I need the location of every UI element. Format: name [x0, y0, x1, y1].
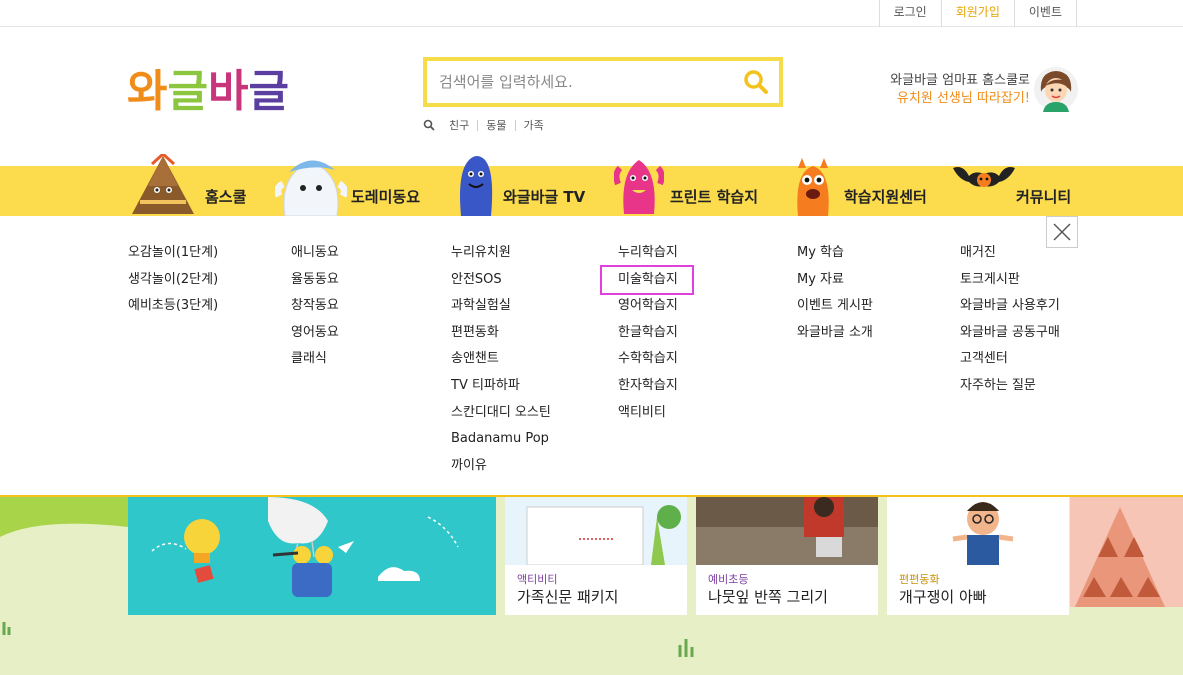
card-category: 예비초등 — [708, 573, 749, 586]
login-link[interactable]: 로그인 — [880, 0, 942, 27]
svg-text:와글바글: 와글바글 — [127, 66, 289, 117]
close-icon — [1053, 223, 1071, 241]
promo-line-1: 와글바글 엄마표 홈스쿨로 — [890, 73, 1030, 88]
menu-item[interactable]: 영어동요 — [291, 320, 339, 347]
menu-item[interactable]: TV 티파하파 — [451, 373, 551, 400]
menu-item[interactable]: 한글학습지 — [618, 320, 692, 347]
nav-waglebagle-tv[interactable]: 와글바글 TV — [455, 156, 590, 216]
site-logo[interactable]: 와글바글 — [127, 60, 307, 120]
pink-monster-icon — [614, 160, 664, 214]
menu-item[interactable]: 클래식 — [291, 346, 339, 373]
card-category: 액티비티 — [517, 573, 558, 586]
menu-item[interactable]: 창작동요 — [291, 293, 339, 320]
menu-item[interactable]: Badanamu Pop — [451, 426, 551, 453]
signup-link[interactable]: 회원가입 — [942, 0, 1015, 27]
promo-text[interactable]: 와글바글 엄마표 홈스쿨로 유치원 선생님 따라잡기! — [860, 72, 1030, 108]
card-title: 가족신문 패키지 — [517, 588, 619, 606]
search-box — [423, 57, 783, 107]
menu-item[interactable]: 율동동요 — [291, 267, 339, 294]
tipi-character-icon — [132, 154, 194, 214]
menu-item[interactable]: 와글바글 공동구매 — [960, 320, 1060, 347]
card-thumbnail — [887, 497, 1069, 565]
nav-label: 홈스쿨 — [205, 188, 247, 206]
menu-item[interactable]: 수학학습지 — [618, 346, 692, 373]
close-menu-button[interactable] — [1046, 216, 1078, 248]
nav-community[interactable]: 커뮤니티 — [953, 166, 1083, 216]
menu-item[interactable]: 스칸디대디 오스틴 — [451, 400, 551, 427]
hero-banner[interactable] — [128, 497, 496, 615]
hot-air-balloon-illustration — [151, 497, 459, 597]
nav-learning-support-center[interactable]: 학습지원센터 — [790, 158, 935, 216]
menu-item[interactable]: 이벤트 게시판 — [797, 293, 873, 320]
card-thumbnail — [696, 497, 878, 565]
menu-item[interactable]: 애니동요 — [291, 240, 339, 267]
menu-item[interactable]: 송앤챈트 — [451, 346, 551, 373]
keyword-family[interactable]: 가족 — [516, 120, 552, 131]
card-category: 편편동화 — [899, 573, 940, 586]
content-card[interactable]: 예비초등 나뭇잎 반쪽 그리기 — [696, 497, 878, 615]
bat-character-icon — [953, 167, 1015, 187]
content-area: 액티비티 가족신문 패키지 예비초등 나뭇잎 반쪽 그리기 편편동화 개구쟁이 … — [0, 497, 1183, 675]
nav-doremi-songs[interactable]: 도레미동요 — [275, 160, 425, 216]
nav-homeschool[interactable]: 홈스쿨 — [130, 154, 260, 216]
teacher-avatar — [1033, 66, 1079, 112]
event-link[interactable]: 이벤트 — [1015, 0, 1077, 27]
menu-item[interactable]: 와글바글 소개 — [797, 320, 873, 347]
menu-item[interactable]: 와글바글 사용후기 — [960, 293, 1060, 320]
menu-item[interactable]: 토크게시판 — [960, 267, 1060, 294]
menu-item[interactable]: 매거진 — [960, 240, 1060, 267]
search-icon[interactable] — [743, 69, 769, 95]
ghost-character-icon — [275, 160, 347, 216]
menu-item[interactable]: 누리유치원 — [451, 240, 551, 267]
menu-item[interactable]: 까이유 — [451, 453, 551, 480]
utility-links: 로그인 회원가입 이벤트 — [878, 0, 1077, 27]
content-card[interactable]: 편편동화 개구쟁이 아빠 — [887, 497, 1069, 615]
keyword-friend[interactable]: 친구 — [441, 119, 479, 131]
card-title: 개구쟁이 아빠 — [899, 588, 987, 606]
menu-item[interactable]: 액티비티 — [618, 400, 692, 427]
promo-line-2: 유치원 선생님 따라잡기! — [896, 91, 1030, 106]
content-card[interactable]: 액티비티 가족신문 패키지 — [505, 497, 687, 615]
menu-item[interactable]: 안전SOS — [451, 267, 551, 294]
menu-item[interactable]: 생각놀이(2단계) — [128, 267, 218, 294]
menu-item[interactable]: 한자학습지 — [618, 373, 692, 400]
orange-monster-icon — [797, 158, 829, 216]
nav-label: 커뮤니티 — [1016, 188, 1072, 206]
menu-item[interactable]: 편편동화 — [451, 320, 551, 347]
menu-column-support: My 학습 My 자료 이벤트 게시판 와글바글 소개 — [797, 240, 873, 346]
menu-column-songs: 애니동요 율동동요 창작동요 영어동요 클래식 — [291, 240, 339, 373]
menu-item[interactable]: 과학실험실 — [451, 293, 551, 320]
card-title: 나뭇잎 반쪽 그리기 — [708, 588, 828, 606]
menu-column-tv: 누리유치원 안전SOS 과학실험실 편편동화 송앤챈트 TV 티파하파 스칸디대… — [451, 240, 551, 479]
menu-item[interactable]: 누리학습지 — [618, 240, 692, 267]
blue-monster-icon — [460, 156, 493, 216]
menu-item[interactable]: My 자료 — [797, 267, 873, 294]
menu-item[interactable]: My 학습 — [797, 240, 873, 267]
keyword-animal[interactable]: 동물 — [478, 119, 516, 131]
search-input[interactable] — [439, 61, 739, 103]
menu-item[interactable]: 오감놀이(1단계) — [128, 240, 218, 267]
menu-item[interactable]: 고객센터 — [960, 346, 1060, 373]
main-navigation: 홈스쿨 도레미동요 와글바글 TV 프린트 학습지 학습지원센터 커뮤니티 — [0, 154, 1183, 216]
menu-item[interactable]: 자주하는 질문 — [960, 373, 1060, 400]
nav-label: 도레미동요 — [351, 188, 421, 206]
mega-menu: 오감놀이(1단계) 생각놀이(2단계) 예비초등(3단계) 애니동요 율동동요 … — [0, 216, 1183, 497]
menu-item-selected[interactable]: 미술학습지 — [600, 264, 694, 296]
top-utility-bar: 로그인 회원가입 이벤트 — [0, 0, 1183, 27]
menu-column-community: 매거진 토크게시판 와글바글 사용후기 와글바글 공동구매 고객센터 자주하는 … — [960, 240, 1060, 400]
nav-label: 학습지원센터 — [844, 188, 927, 206]
menu-item[interactable]: 영어학습지 — [618, 293, 692, 320]
nav-label: 와글바글 TV — [503, 188, 586, 206]
nav-label: 프린트 학습지 — [670, 188, 759, 206]
menu-item[interactable]: 예비초등(3단계) — [128, 293, 218, 320]
nav-print-worksheets[interactable]: 프린트 학습지 — [614, 160, 764, 216]
card-thumbnail — [505, 497, 687, 565]
menu-column-homeschool: 오감놀이(1단계) 생각놀이(2단계) 예비초등(3단계) — [128, 240, 218, 320]
menu-column-worksheets: 누리학습지 미술학습지 영어학습지 한글학습지 수학학습지 한자학습지 액티비티 — [600, 240, 694, 427]
popular-keywords: 친구 동물 가족 — [423, 116, 552, 134]
magnifier-icon — [423, 119, 435, 131]
